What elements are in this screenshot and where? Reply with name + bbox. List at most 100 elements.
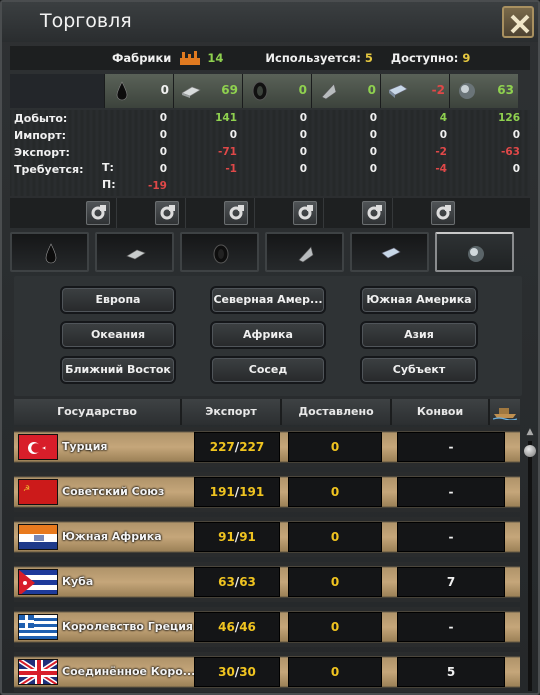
column-header-export[interactable]: Экспорт <box>182 399 282 425</box>
resource-column-aluminium: 141 0 -71 -1 <box>174 110 243 196</box>
gear-icon <box>229 205 244 220</box>
used-label: Используется: <box>265 51 361 65</box>
gear-icon <box>91 205 106 220</box>
tab-aluminium[interactable] <box>95 232 174 272</box>
row-label-produced: Добыто: <box>14 112 68 125</box>
resource-header-corner <box>10 74 104 108</box>
country-name: Турция <box>62 440 108 453</box>
row-label-required: Требуется: <box>14 163 84 176</box>
resource-settings-row <box>10 198 530 228</box>
resource-header-tungsten: 0 <box>311 74 380 108</box>
export-available: 91 <box>218 530 235 544</box>
trade-window: Торговля Фабрики 14 Используется: 5 Дост… <box>0 0 540 695</box>
factory-icon <box>180 51 201 65</box>
region-button-asia[interactable]: Азия <box>360 321 478 349</box>
region-button-north-america[interactable]: Северная Амер... <box>210 286 326 314</box>
resource-body: Добыто: Импорт: Экспорт: Требуется: Т: П… <box>10 110 530 196</box>
tungsten-icon <box>321 83 337 100</box>
resource-cell: 0 <box>159 112 167 124</box>
region-button-oceania[interactable]: Океания <box>60 321 176 349</box>
factory-summary: Фабрики 14 Используется: 5 Доступно: 9 <box>10 46 530 70</box>
region-button-subject[interactable]: Субъект <box>360 356 478 384</box>
scroll-thumb[interactable] <box>524 445 536 457</box>
gear-icon <box>436 205 451 220</box>
resource-header-value: 63 <box>497 83 514 97</box>
resource-settings-button[interactable] <box>86 201 110 225</box>
export-total: 91 <box>239 530 256 544</box>
tab-oil[interactable] <box>10 232 89 272</box>
flag-greece <box>18 614 58 640</box>
available-label: Доступно: <box>390 51 459 65</box>
rubber-tire-icon <box>252 81 268 101</box>
scroll-track[interactable] <box>528 441 532 691</box>
tab-tungsten[interactable] <box>265 232 344 272</box>
export-available: 30 <box>218 665 235 679</box>
export-cell: 63/63 <box>194 567 280 597</box>
delivered-cell: 0 <box>288 657 382 687</box>
export-cell: 30/30 <box>194 657 280 687</box>
oil-drop-icon <box>45 243 57 264</box>
column-header-delivered[interactable]: Доставлено <box>282 399 392 425</box>
column-header-country[interactable]: Государство <box>14 399 182 425</box>
tab-steel[interactable] <box>350 232 429 272</box>
export-available: 63 <box>218 575 235 589</box>
resource-header-value: 69 <box>221 83 238 97</box>
column-header-convoys[interactable]: Конвои <box>392 399 490 425</box>
region-button-europe[interactable]: Европа <box>60 286 176 314</box>
rubber-tire-icon <box>213 244 229 264</box>
settings-slot-chromium <box>392 198 461 228</box>
aluminium-ingot-icon <box>181 86 201 98</box>
delivered-cell: 0 <box>288 567 382 597</box>
resource-settings-button[interactable] <box>224 201 248 225</box>
resource-cell: 0 <box>439 129 447 141</box>
resource-settings-button[interactable] <box>155 201 179 225</box>
resource-cell: 126 <box>498 112 520 124</box>
steel-ingot-icon <box>381 247 401 259</box>
export-cell: 191/191 <box>194 477 280 507</box>
trade-row[interactable]: Турция 227/227 0 - <box>14 427 520 467</box>
region-button-africa[interactable]: Африка <box>210 321 326 349</box>
delivered-cell: 0 <box>288 522 382 552</box>
resource-cell: -19 <box>148 180 167 192</box>
trade-partner-list: Турция 227/227 0 - ☭ Советский Союз 191/… <box>14 427 520 695</box>
resource-cell: -4 <box>435 163 447 175</box>
tab-rubber[interactable] <box>180 232 259 272</box>
close-button[interactable] <box>502 6 534 38</box>
scroll-up-arrow-icon[interactable]: ▲ <box>524 427 536 439</box>
settings-slot-tungsten <box>254 198 323 228</box>
resource-header-aluminium: 69 <box>173 74 242 108</box>
title-bar: Торговля <box>2 2 538 42</box>
chromium-orb-icon <box>459 83 475 99</box>
settings-slot-aluminium <box>116 198 185 228</box>
region-button-middle-east[interactable]: Ближний Восток <box>60 356 176 384</box>
tab-chromium[interactable] <box>435 232 514 272</box>
trade-row[interactable]: Куба 63/63 0 7 <box>14 562 520 602</box>
trade-row[interactable]: ☭ Советский Союз 191/191 0 - <box>14 472 520 512</box>
resource-cell: 0 <box>369 146 377 158</box>
resource-settings-button[interactable] <box>293 201 317 225</box>
resource-cell: 0 <box>159 146 167 158</box>
trade-row[interactable]: Соединённое Коро... 30/30 0 5 <box>14 652 520 692</box>
resource-settings-button[interactable] <box>431 201 455 225</box>
delivered-cell: 0 <box>288 477 382 507</box>
oil-drop-icon <box>116 81 128 101</box>
trade-row[interactable]: Королевство Греция 46/46 0 - <box>14 607 520 647</box>
resource-settings-button[interactable] <box>362 201 386 225</box>
convoys-cell: 5 <box>397 657 505 687</box>
delivered-cell: 0 <box>288 612 382 642</box>
gear-icon <box>367 205 382 220</box>
trade-list-scrollbar[interactable]: ▲ <box>524 427 536 695</box>
export-total: 63 <box>239 575 256 589</box>
region-button-neighbor[interactable]: Сосед <box>210 356 326 384</box>
resource-header-chromium: 63 <box>449 74 518 108</box>
trade-row[interactable]: Южная Африка 91/91 0 - <box>14 517 520 557</box>
steel-ingot-icon <box>388 84 408 98</box>
resource-header-value: 0 <box>298 83 307 97</box>
tungsten-icon <box>298 246 314 263</box>
region-button-south-america[interactable]: Южная Америка <box>360 286 478 314</box>
resource-cell: 0 <box>369 163 377 175</box>
resource-cell: 0 <box>299 129 307 141</box>
row-label-import: Импорт: <box>14 129 67 142</box>
resource-column-tungsten: 0 0 0 0 <box>314 110 383 196</box>
row-label-export: Экспорт: <box>14 146 70 159</box>
